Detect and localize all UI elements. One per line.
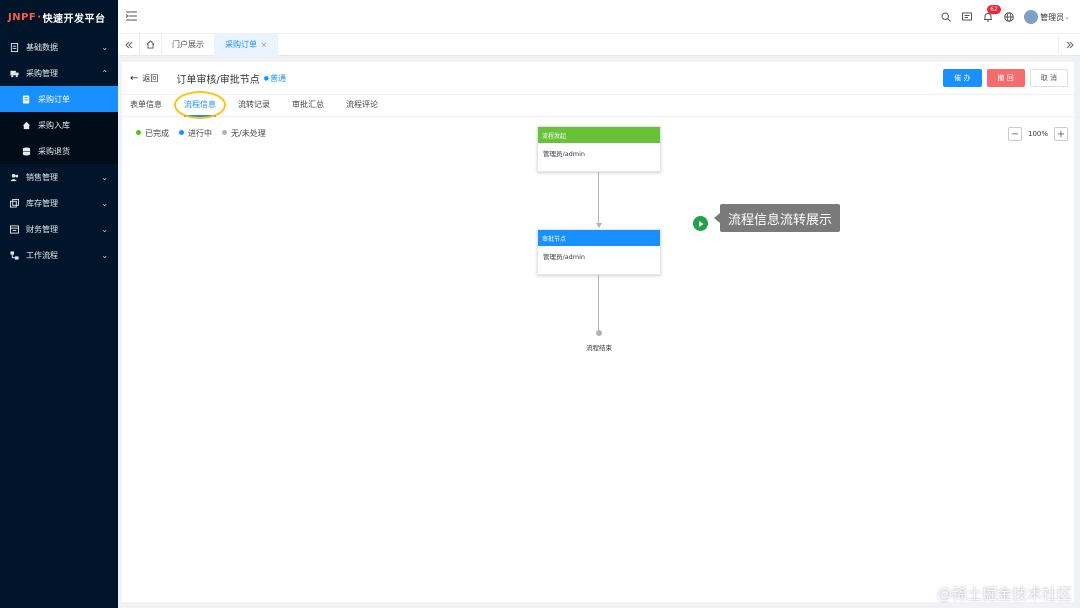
message-icon[interactable] (961, 12, 972, 23)
flow-node-start[interactable]: 流程发起 管理员/admin (537, 126, 661, 172)
workflow-icon (10, 250, 19, 260)
tab-portal[interactable]: 门户展示 (162, 33, 215, 56)
search-icon[interactable] (940, 12, 951, 23)
tab-form-info[interactable]: 表单信息 (130, 99, 162, 116)
back-button[interactable]: ← 返回 (130, 73, 158, 84)
sidebar-item-purchase-inbound[interactable]: 采购入库 (0, 112, 118, 138)
flow-node-approval[interactable]: 审批节点 管理员/admin (537, 229, 661, 275)
legend-unprocessed: 无/未处理 (222, 128, 266, 139)
panel-header: ← 返回 订单审核/审批节点 普通 催 办 撤 回 取 消 (122, 62, 1074, 95)
sidebar-item-purchase-return[interactable]: 采购退货 (0, 138, 118, 164)
sidebar-item-workflow[interactable]: 工作流程 ⌄ (0, 242, 118, 268)
avatar (1024, 10, 1039, 24)
close-icon[interactable]: × (261, 41, 267, 49)
finance-icon (10, 224, 19, 234)
legend-label: 无/未处理 (231, 129, 266, 138)
sidebar-item-finance[interactable]: 财务管理 ⌄ (0, 216, 118, 242)
tab-label: 采购订单 (225, 40, 257, 49)
user-menu[interactable]: 管理员 ⌄ (1024, 10, 1070, 24)
home-icon (22, 121, 31, 130)
chevron-down-icon: ⌄ (101, 42, 108, 52)
sidebar-item-basic-data[interactable]: 基础数据 ⌄ (0, 34, 118, 60)
zoom-control: − 100% + (1007, 127, 1068, 141)
sidebar-item-label: 基础数据 (26, 42, 58, 52)
tab-label: 门户展示 (172, 40, 204, 49)
chevron-up-icon: ⌃ (101, 68, 108, 78)
sidebar-item-purchase[interactable]: 采购管理 ⌃ (0, 60, 118, 86)
back-label: 返回 (142, 73, 159, 83)
home-tab-icon[interactable] (140, 33, 162, 56)
node-header: 流程发起 (538, 127, 660, 143)
logo-separator: · (37, 11, 42, 23)
legend-label: 进行中 (188, 129, 212, 138)
sidebar-item-label: 采购入库 (38, 120, 70, 130)
users-icon (10, 173, 19, 182)
sidebar-item-label: 库存管理 (26, 198, 58, 208)
sidebar-item-label: 采购退货 (38, 146, 70, 156)
flow-connector (598, 275, 599, 331)
sidebar-item-label: 采购订单 (38, 94, 70, 104)
tab-flow-info[interactable]: 流程信息 (184, 99, 216, 117)
tab-flow-records[interactable]: 流转记录 (238, 99, 270, 116)
stack-icon (10, 198, 19, 208)
flow-end-label: 流程结束 (586, 344, 612, 352)
urge-button[interactable]: 催 办 (943, 69, 982, 87)
priority-level: 普通 (264, 73, 286, 84)
flow-end-dot (595, 330, 602, 336)
database-icon (22, 146, 31, 156)
annotation-callout: 流程信息流转展示 (713, 204, 841, 232)
zoom-out-button[interactable]: − (1007, 127, 1022, 141)
sidebar-item-sales[interactable]: 销售管理 ⌄ (0, 164, 118, 190)
withdraw-button[interactable]: 撤 回 (986, 69, 1025, 87)
tabs-bar: 门户展示 采购订单 × (118, 33, 1080, 56)
sidebar-item-label: 财务管理 (26, 224, 58, 234)
sidebar: JNPF · 快速开发平台 基础数据 ⌄ 采购管理 ⌃ 采购订单 采购入库 采购… (0, 0, 118, 608)
chevron-down-icon: ⌄ (101, 250, 108, 260)
chevron-down-icon: ⌄ (101, 198, 108, 208)
menu-toggle-icon[interactable] (125, 11, 137, 23)
play-icon (693, 216, 708, 231)
order-icon (22, 94, 31, 104)
chevron-down-icon: ⌄ (101, 172, 108, 182)
legend-completed: 已完成 (136, 128, 169, 139)
arrow-left-icon: ← (130, 72, 139, 84)
tab-flow-comments[interactable]: 流程评论 (346, 99, 378, 116)
chevron-down-icon: ⌄ (101, 224, 108, 234)
bell-icon[interactable]: 62 (982, 4, 1001, 23)
logo-text: 快速开发平台 (42, 13, 106, 25)
truck-icon (10, 69, 19, 78)
user-name: 管理员 (1040, 12, 1065, 22)
zoom-level: 100% (1027, 130, 1048, 138)
notification-badge: 62 (987, 4, 1001, 14)
scroll-left-icon[interactable] (118, 33, 140, 56)
flow-connector (598, 172, 599, 224)
legend-in-progress: 进行中 (179, 128, 212, 139)
sidebar-item-purchase-order[interactable]: 采购订单 (0, 86, 118, 112)
document-icon (10, 42, 19, 52)
sidebar-item-label: 销售管理 (26, 172, 58, 182)
cancel-button[interactable]: 取 消 (1029, 69, 1068, 87)
status-legend: 已完成 进行中 无/未处理 (136, 128, 266, 139)
logo[interactable]: JNPF · 快速开发平台 (0, 0, 118, 34)
legend-label: 已完成 (145, 129, 169, 138)
page-title: 订单审核/审批节点 (176, 74, 260, 86)
sidebar-item-label: 工作流程 (26, 250, 58, 260)
sidebar-item-label: 采购管理 (26, 68, 58, 78)
globe-icon[interactable] (1003, 12, 1014, 23)
logo-mark: JNPF (8, 11, 37, 23)
detail-tabs: 表单信息 流程信息 流转记录 审批汇总 流程评论 (122, 91, 1074, 119)
tab-approval-summary[interactable]: 审批汇总 (292, 99, 324, 116)
tab-purchase-order[interactable]: 采购订单 × (215, 33, 278, 56)
arrow-down-icon (596, 223, 602, 228)
topbar: 62 管理员 ⌄ (118, 0, 1080, 34)
node-assignee: 管理员/admin (543, 253, 586, 261)
zoom-in-button[interactable]: + (1054, 127, 1068, 141)
node-assignee: 管理员/admin (543, 150, 586, 158)
chevron-down-icon: ⌄ (1064, 13, 1070, 21)
scroll-right-icon[interactable] (1058, 34, 1080, 56)
sidebar-item-inventory[interactable]: 库存管理 ⌄ (0, 190, 118, 216)
node-header: 审批节点 (538, 230, 660, 246)
watermark: @稀土掘金技术社区 (936, 585, 1072, 603)
